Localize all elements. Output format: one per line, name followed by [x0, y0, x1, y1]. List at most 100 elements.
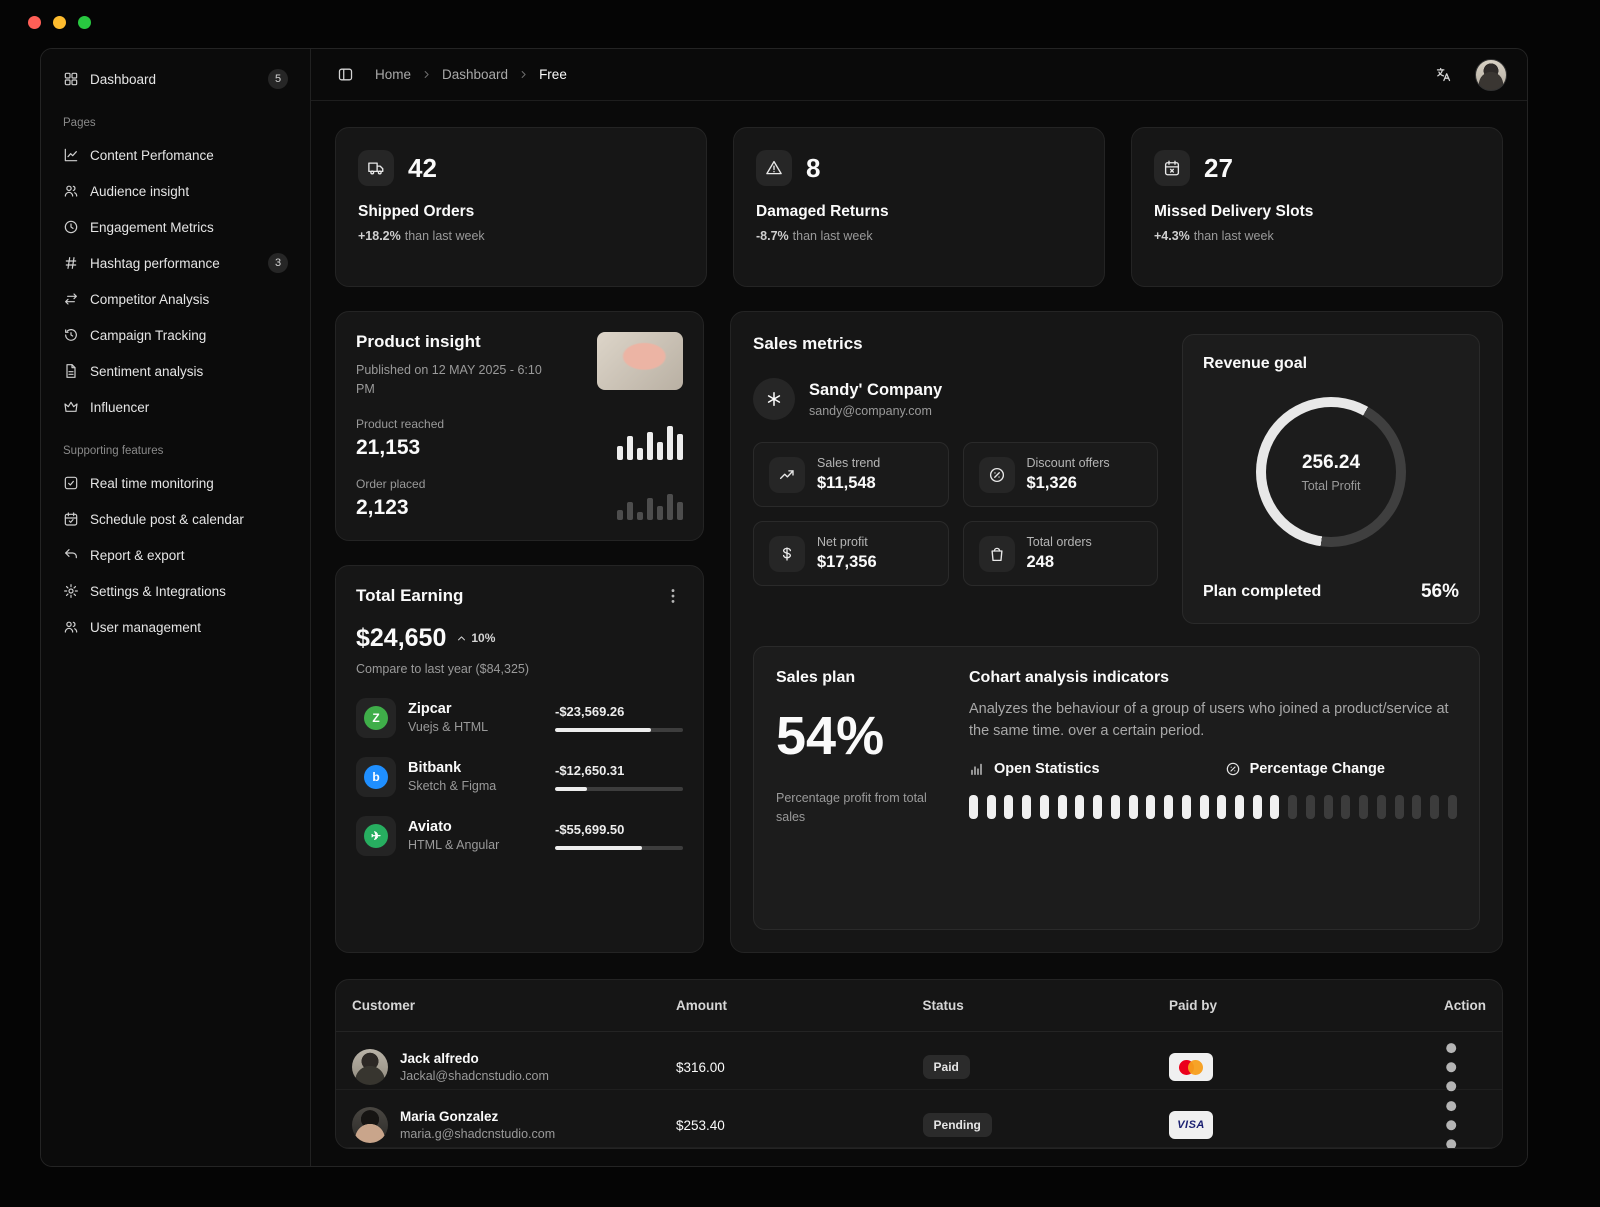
sidebar-item[interactable]: Hashtag performance 3 — [53, 245, 298, 281]
stat-icon-box — [358, 150, 394, 186]
payment-method-icon — [1169, 1053, 1213, 1081]
metric-tile-label: Net profit — [817, 535, 877, 549]
customer-avatar — [352, 1107, 388, 1143]
column-header[interactable]: Status — [923, 998, 1170, 1013]
sidebar-item-icon — [63, 327, 79, 343]
sidebar-item[interactable]: Campaign Tracking — [53, 317, 298, 353]
breadcrumb-dashboard[interactable]: Dashboard — [442, 67, 508, 82]
earning-company-name: Aviato — [408, 819, 543, 835]
sidebar-item-icon — [63, 475, 79, 491]
sidebar-item-label: Settings & Integrations — [90, 584, 288, 599]
column-header[interactable]: Customer — [352, 998, 676, 1013]
company-logo-icon: Z — [364, 706, 388, 730]
table-row[interactable]: Maria Gonzalez maria.g@shadcnstudio.com … — [336, 1090, 1502, 1148]
sidebar-item-label: Sentiment analysis — [90, 364, 288, 379]
earning-row[interactable]: b Bitbank Sketch & Figma -$12,650.31 — [356, 757, 683, 797]
sidebar-item-label: Campaign Tracking — [90, 328, 288, 343]
table-row[interactable]: Jack alfredo Jackal@shadcnstudio.com $31… — [336, 1032, 1502, 1090]
sidebar-item-label: Report & export — [90, 548, 288, 563]
row-actions-button[interactable] — [1416, 1090, 1486, 1149]
stat-icon-box — [756, 150, 792, 186]
sidebar-item-label: Real time monitoring — [90, 476, 288, 491]
window-control-button[interactable] — [78, 16, 91, 29]
earning-amount: -$55,699.50 — [555, 822, 683, 837]
mini-bar-chart — [617, 482, 683, 520]
sidebar-item[interactable]: Content Perfomance — [53, 137, 298, 173]
earning-amount: -$12,650.31 — [555, 763, 683, 778]
chevron-right-icon — [420, 68, 433, 81]
sidebar-item-icon — [63, 363, 79, 379]
sidebar-toggle-button[interactable] — [331, 61, 359, 89]
sidebar-item[interactable]: Sentiment analysis — [53, 353, 298, 389]
stat-delta: +18.2%than last week — [358, 229, 684, 243]
sidebar-item-icon — [63, 255, 79, 271]
earning-company-stack: Vuejs & HTML — [408, 720, 543, 734]
stat-icon-box — [1154, 150, 1190, 186]
sidebar-item[interactable]: Influencer — [53, 389, 298, 425]
metric-tile: Sales trend $11,548 — [753, 442, 949, 507]
metric-tile-label: Sales trend — [817, 456, 880, 470]
company-logo-icon: ✈ — [364, 824, 388, 848]
product-metric-value: 21,153 — [356, 436, 444, 460]
more-options-icon[interactable] — [663, 586, 683, 606]
stat-value: 8 — [806, 153, 820, 184]
legend-item[interactable]: Open Statistics — [969, 761, 1100, 777]
product-metric-value: 2,123 — [356, 496, 425, 520]
column-header[interactable]: Paid by — [1169, 998, 1416, 1013]
product-photo — [597, 332, 683, 390]
plan-completed-value: 56% — [1421, 581, 1459, 603]
legend-item[interactable]: Percentage Change — [1225, 761, 1385, 777]
sidebar-item-label: Audience insight — [90, 184, 288, 199]
customers-table-card: Customer Amount Status Paid by Action — [335, 979, 1503, 1149]
breadcrumb-home[interactable]: Home — [375, 67, 411, 82]
stat-card: 27 Missed Delivery Slots +4.3%than last … — [1131, 127, 1503, 287]
sidebar-item[interactable]: User management — [53, 609, 298, 645]
sidebar-item[interactable]: Settings & Integrations — [53, 573, 298, 609]
panel-toggle-icon — [337, 66, 354, 83]
sidebar-item-icon — [63, 183, 79, 199]
column-header[interactable]: Amount — [676, 998, 923, 1013]
company-logo-tile: ✈ — [356, 816, 396, 856]
sidebar-item[interactable]: Schedule post & calendar — [53, 501, 298, 537]
sidebar-item[interactable]: Engagement Metrics — [53, 209, 298, 245]
product-metric: Order placed 2,123 — [356, 477, 683, 520]
language-button[interactable] — [1429, 61, 1457, 89]
status-badge: Pending — [923, 1113, 992, 1137]
earning-progress-bar — [555, 787, 683, 791]
sidebar-item[interactable]: Audience insight — [53, 173, 298, 209]
window-control-button[interactable] — [28, 16, 41, 29]
window-control-button[interactable] — [53, 16, 66, 29]
sidebar-item-dashboard[interactable]: Dashboard 5 — [53, 61, 298, 97]
company-logo-tile: Z — [356, 698, 396, 738]
dashboard-content: 42 Shipped Orders +18.2%than last week 8 — [311, 101, 1527, 1166]
company-row[interactable]: Sandy' Company sandy@company.com — [753, 378, 1158, 420]
customer-name: Jack alfredo — [400, 1051, 549, 1066]
sidebar-section-title: Supporting features — [53, 425, 298, 465]
revenue-donut-chart: 256.24 Total Profit — [1256, 397, 1406, 547]
stat-delta: -8.7%than last week — [756, 229, 1082, 243]
earning-amount: -$23,569.26 — [555, 704, 683, 719]
stat-label: Missed Delivery Slots — [1154, 203, 1480, 221]
product-insight-published: Published on 12 MAY 2025 - 6:10 PM — [356, 361, 546, 400]
column-header[interactable]: Action — [1444, 998, 1486, 1013]
sidebar-item-icon — [63, 511, 79, 527]
sidebar-item-label: Content Perfomance — [90, 148, 288, 163]
sidebar-item-label: Hashtag performance — [90, 256, 257, 271]
earning-progress-bar — [555, 846, 683, 850]
sidebar-item-icon — [63, 219, 79, 235]
earning-row[interactable]: Z Zipcar Vuejs & HTML -$23,569.26 — [356, 698, 683, 738]
user-avatar[interactable] — [1475, 59, 1507, 91]
sidebar-item[interactable]: Report & export — [53, 537, 298, 573]
stat-card-icon — [367, 159, 385, 177]
sidebar-item[interactable]: Competitor Analysis — [53, 281, 298, 317]
sidebar-item[interactable]: Real time monitoring — [53, 465, 298, 501]
table-header-row: Customer Amount Status Paid by Action — [336, 980, 1502, 1032]
sales-metrics-card: Sales metrics Sandy' Company sandy@compa… — [730, 311, 1503, 953]
sidebar-section-title: Pages — [53, 97, 298, 137]
earning-company-stack: HTML & Angular — [408, 838, 543, 852]
sidebar: Dashboard 5 Pages Content Perfomance Aud… — [41, 49, 311, 1166]
earning-row[interactable]: ✈ Aviato HTML & Angular -$55,699.50 — [356, 816, 683, 856]
revenue-goal-panel: Revenue goal 256.24 Total Profit Plan co… — [1182, 334, 1480, 624]
sidebar-badge: 5 — [268, 69, 288, 89]
product-insight-title: Product insight — [356, 332, 546, 352]
